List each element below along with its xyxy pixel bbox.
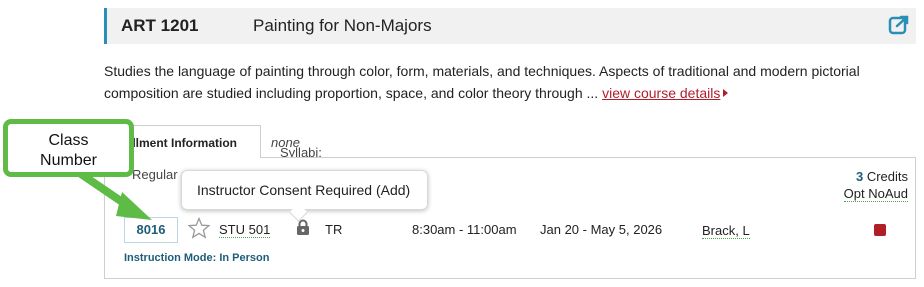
callout-line-2: Number bbox=[40, 152, 97, 169]
credits-number: 3 bbox=[855, 169, 864, 184]
tooltip-text: Instructor Consent Required (Add) bbox=[197, 182, 411, 198]
room-link[interactable]: STU 501 bbox=[219, 222, 271, 238]
callout-arrow bbox=[74, 170, 152, 220]
instructor-link[interactable]: Brack, L bbox=[702, 223, 750, 239]
course-title: Painting for Non-Majors bbox=[253, 16, 432, 35]
course-header: ART 1201 Painting for Non-Majors bbox=[104, 8, 916, 44]
meeting-time: 8:30am - 11:00am bbox=[412, 222, 517, 237]
caret-right-icon bbox=[723, 89, 729, 97]
meeting-days: TR bbox=[325, 222, 343, 237]
consent-tooltip: Instructor Consent Required (Add) bbox=[181, 170, 428, 210]
class-number-callout: Class Number bbox=[3, 119, 134, 177]
credits-label: Credits bbox=[866, 169, 908, 184]
meeting-dates: Jan 20 - May 5, 2026 bbox=[540, 222, 663, 237]
star-icon[interactable] bbox=[188, 217, 210, 239]
course-description: Studies the language of painting through… bbox=[104, 60, 894, 104]
view-course-details-link[interactable]: view course details bbox=[602, 85, 720, 101]
tab-enrollment-label: ollment Information bbox=[125, 136, 237, 150]
tab-syllabi[interactable]: Syllabi: none bbox=[262, 125, 362, 160]
credits: 3 Credits bbox=[856, 169, 908, 184]
instruction-mode: Instruction Mode: In Person bbox=[124, 252, 270, 264]
callout-line-1: Class bbox=[48, 132, 89, 149]
status-indicator bbox=[874, 224, 886, 236]
grade-option[interactable]: Opt NoAud bbox=[843, 186, 908, 202]
share-icon[interactable] bbox=[888, 14, 910, 36]
tab-syllabi-label: Syllabi: none bbox=[271, 135, 322, 160]
course-code: ART 1201 bbox=[121, 16, 199, 35]
description-text: Studies the language of painting through… bbox=[104, 63, 860, 101]
